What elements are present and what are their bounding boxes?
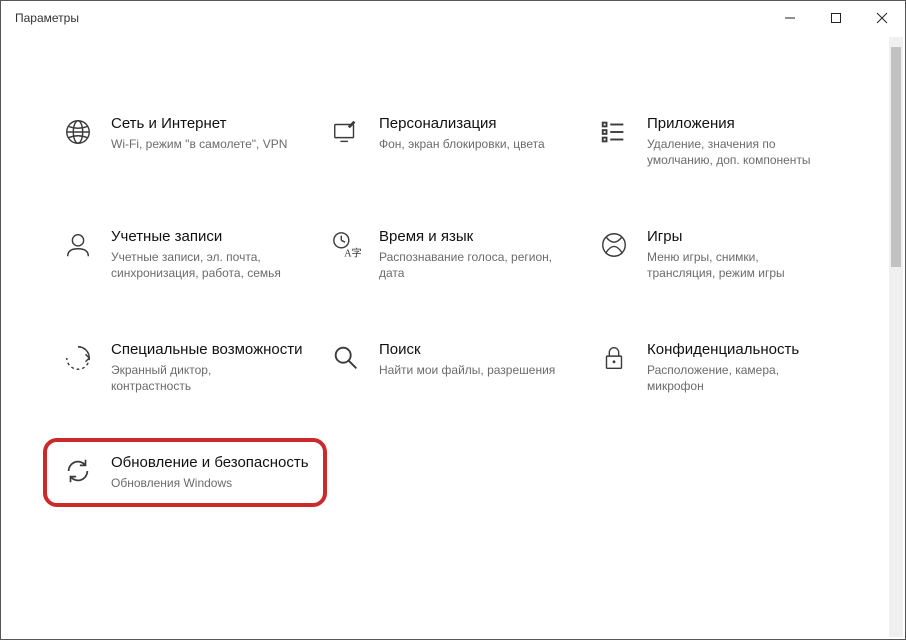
tile-desc: Удаление, значения по умолчанию, доп. ко… xyxy=(647,136,827,168)
tile-apps[interactable]: Приложения Удаление, значения по умолчан… xyxy=(597,115,845,168)
tile-title: Приложения xyxy=(647,115,827,134)
tile-privacy[interactable]: Конфиденциальность Расположение, камера,… xyxy=(597,341,845,394)
tile-title: Персонализация xyxy=(379,115,545,134)
tile-desc: Расположение, камера, микрофон xyxy=(647,362,827,394)
lock-icon xyxy=(597,341,631,375)
tile-title: Игры xyxy=(647,228,827,247)
titlebar: Параметры xyxy=(1,1,905,35)
time-language-icon: A字 xyxy=(329,228,363,262)
tile-update-security[interactable]: Обновление и безопасность Обновления Win… xyxy=(43,438,327,507)
tile-desc: Распознавание голоса, регион, дата xyxy=(379,249,559,281)
tile-title: Конфиденциальность xyxy=(647,341,827,360)
settings-grid: Сеть и Интернет Wi-Fi, режим "в самолете… xyxy=(1,35,905,511)
tile-network[interactable]: Сеть и Интернет Wi-Fi, режим "в самолете… xyxy=(61,115,309,168)
close-button[interactable] xyxy=(859,1,905,35)
scrollbar[interactable] xyxy=(889,37,903,637)
minimize-button[interactable] xyxy=(767,1,813,35)
window-controls xyxy=(767,1,905,35)
tile-accounts[interactable]: Учетные записи Учетные записи, эл. почта… xyxy=(61,228,309,281)
scrollbar-thumb[interactable] xyxy=(891,47,901,267)
person-icon xyxy=(61,228,95,262)
globe-icon xyxy=(61,115,95,149)
tile-desc: Меню игры, снимки, трансляция, режим игр… xyxy=(647,249,827,281)
tile-desc: Найти мои файлы, разрешения xyxy=(379,362,555,378)
search-icon xyxy=(329,341,363,375)
tile-personalization[interactable]: Персонализация Фон, экран блокировки, цв… xyxy=(329,115,577,168)
tile-desc: Фон, экран блокировки, цвета xyxy=(379,136,545,152)
tile-title: Поиск xyxy=(379,341,555,360)
tile-title: Сеть и Интернет xyxy=(111,115,287,134)
ease-of-access-icon xyxy=(61,341,95,375)
tile-gaming[interactable]: Игры Меню игры, снимки, трансляция, режи… xyxy=(597,228,845,281)
window-title: Параметры xyxy=(15,11,767,25)
tile-desc: Экранный диктор, контрастность xyxy=(111,362,291,394)
tile-desc: Обновления Windows xyxy=(111,475,291,491)
tile-time-language[interactable]: A字 Время и язык Распознавание голоса, ре… xyxy=(329,228,577,281)
xbox-icon xyxy=(597,228,631,262)
tile-title: Специальные возможности xyxy=(111,341,303,360)
tile-title: Время и язык xyxy=(379,228,559,247)
maximize-button[interactable] xyxy=(813,1,859,35)
tile-desc: Учетные записи, эл. почта, синхронизация… xyxy=(111,249,291,281)
tile-title: Обновление и безопасность xyxy=(111,454,309,473)
apps-list-icon xyxy=(597,115,631,149)
paint-icon xyxy=(329,115,363,149)
tile-title: Учетные записи xyxy=(111,228,291,247)
tile-search[interactable]: Поиск Найти мои файлы, разрешения xyxy=(329,341,577,394)
sync-icon xyxy=(61,454,95,488)
svg-text:A字: A字 xyxy=(344,246,361,259)
tile-desc: Wi-Fi, режим "в самолете", VPN xyxy=(111,136,287,152)
tile-ease-of-access[interactable]: Специальные возможности Экранный диктор,… xyxy=(61,341,309,394)
